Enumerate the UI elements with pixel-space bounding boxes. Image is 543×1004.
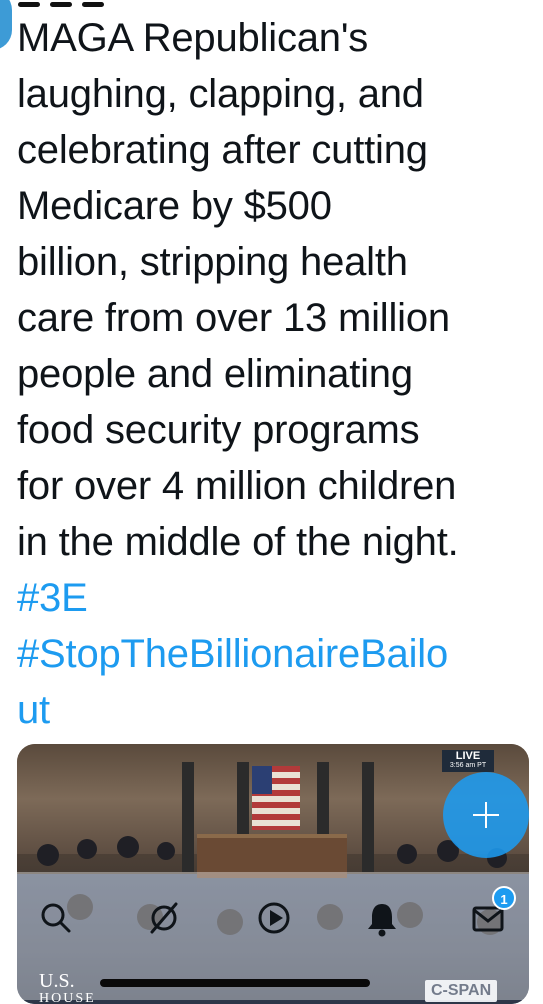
tweet-line: billion, stripping health [17,240,408,284]
tweet-line: laughing, clapping, and [17,72,424,116]
compose-fab-button[interactable] [443,772,529,858]
play-icon [258,902,290,934]
tweet-line: MAGA Republican's [17,16,369,60]
tweet-line: food security programs [17,408,420,452]
clipped-author-line [18,0,278,8]
video-flag [252,766,300,830]
video-crowd [157,842,175,860]
video-crowd [117,836,139,858]
video-crowd [397,844,417,864]
tweet-line: people and eliminating [17,352,413,396]
nav-search-button[interactable] [34,896,78,940]
video-crowd [37,844,59,866]
live-time: 3:56 am PT [449,762,487,769]
hashtag-link-stopthebillionairebailout-cont[interactable]: ut [17,682,532,738]
nav-notifications-button[interactable] [360,896,404,940]
search-icon [41,903,71,933]
tweet-body: MAGA Republican's laughing, clapping, an… [17,10,532,738]
avatar[interactable] [0,0,12,50]
nav-video-button[interactable] [252,896,296,940]
tweet-line: care from over 13 million [17,296,450,340]
live-label: LIVE [455,750,481,762]
home-indicator[interactable] [100,979,370,987]
tweet-line: in the middle of the night. [17,520,459,564]
tweet-line: celebrating after cutting [17,128,428,172]
messages-count-badge: 1 [492,886,516,910]
tweet-line: for over 4 million children [17,464,457,508]
live-badge: LIVE 3:56 am PT [442,750,494,772]
hashtag-link-3e[interactable]: #3E [17,570,532,626]
hashtag-link-stopthebillionairebailout[interactable]: #StopTheBillionaireBailo [17,626,532,682]
video-crowd [77,839,97,859]
tweet-line: Medicare by $500 [17,184,332,228]
spaces-icon [150,902,178,934]
video-column [182,762,194,872]
video-column [362,762,374,872]
bell-icon [368,904,396,937]
plus-icon [473,802,499,828]
nav-spaces-button[interactable] [142,896,186,940]
